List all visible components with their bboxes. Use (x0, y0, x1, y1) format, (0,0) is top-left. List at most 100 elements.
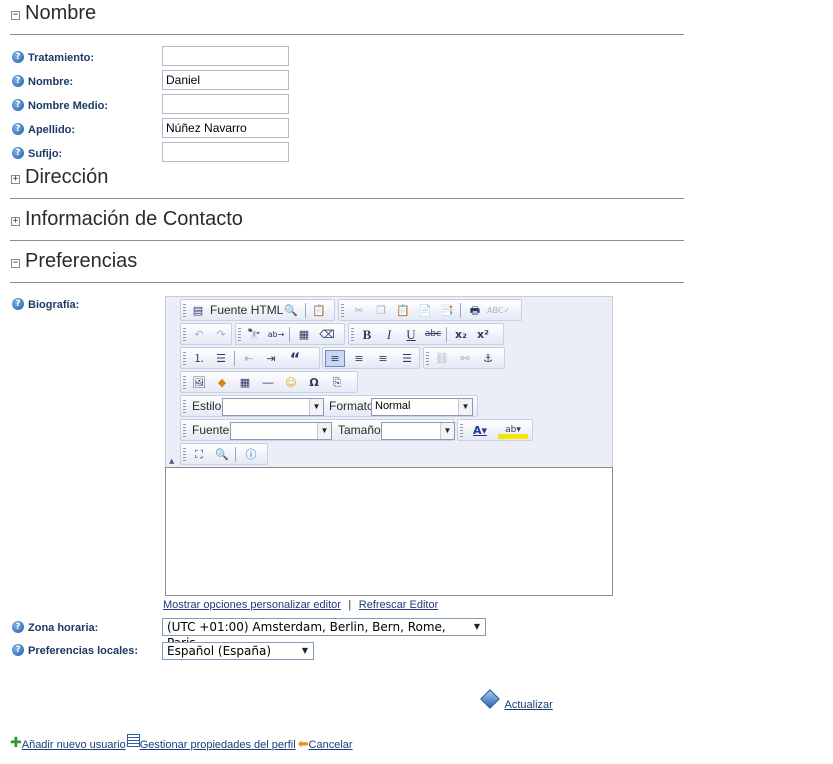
help-icon[interactable]: ? (12, 147, 24, 159)
format-combo[interactable]: Normal ▼ (371, 398, 473, 416)
back-arrow-icon: ⬅ (297, 737, 309, 752)
unlink-icon[interactable]: ⚯ (455, 350, 475, 367)
remove-format-icon[interactable]: ⌫ (317, 326, 337, 343)
undo-icon[interactable]: ↶ (189, 326, 209, 343)
section-nombre-header[interactable]: − Nombre (10, 2, 684, 28)
help-icon[interactable]: ? (12, 99, 24, 111)
help-icon[interactable]: ? (12, 123, 24, 135)
cut-icon[interactable]: ✂ (349, 302, 369, 319)
underline-icon[interactable]: U (401, 326, 421, 343)
superscript-icon[interactable]: x² (473, 326, 493, 343)
maximize-icon[interactable]: ⛶ (189, 446, 209, 463)
print-icon[interactable]: 🖶 (465, 302, 485, 319)
help-icon[interactable]: ? (12, 298, 24, 310)
section-title: Información de Contacto (25, 208, 243, 230)
redo-icon[interactable]: ↷ (211, 326, 231, 343)
smiley-icon[interactable]: ☺ (281, 374, 301, 391)
indent-icon[interactable]: ⇥ (261, 350, 281, 367)
templates-icon[interactable]: 📋 (309, 302, 329, 319)
align-left-icon[interactable]: ≡ (325, 350, 345, 367)
anchor-icon[interactable]: ⚓ (478, 350, 498, 367)
source-icon: ▤ (192, 304, 204, 317)
cancel-link[interactable]: Cancelar (309, 739, 353, 751)
find-icon[interactable]: 🔭 (244, 326, 264, 343)
section-title: Preferencias (25, 250, 138, 272)
bulleted-list-icon[interactable]: ☰ (211, 350, 231, 367)
link-icon[interactable]: ⛓ (432, 350, 452, 367)
help-icon[interactable]: ? (12, 621, 24, 633)
toolbar-separator (289, 327, 290, 342)
help-icon[interactable]: ? (12, 644, 24, 656)
subscript-icon[interactable]: x₂ (451, 326, 471, 343)
font-label: Fuente (192, 423, 230, 437)
help-icon[interactable]: ? (12, 75, 24, 87)
section-contacto-header[interactable]: + Información de Contacto (10, 208, 684, 234)
table-icon[interactable]: ▦ (235, 374, 255, 391)
chevron-down-icon: ▼ (440, 423, 454, 439)
nombre-medio-input[interactable] (162, 94, 289, 114)
text-color-icon[interactable]: A▾ (466, 422, 494, 439)
section-preferencias-header[interactable]: − Preferencias (10, 250, 684, 276)
bold-icon[interactable]: B (357, 326, 377, 343)
tratamiento-input[interactable] (162, 46, 289, 66)
italic-icon[interactable]: I (379, 326, 399, 343)
toolbar-group-font: Fuente ▼ Tamaño ▼ (180, 419, 455, 441)
background-color-icon[interactable]: ab▾ (498, 422, 528, 439)
toolbar-separator (235, 447, 236, 462)
help-icon[interactable]: ? (12, 51, 24, 63)
apellido-input[interactable]: Núñez Navarro (162, 118, 289, 138)
page-break-icon[interactable]: ⎘ (327, 374, 347, 391)
blockquote-icon[interactable]: “ (285, 350, 305, 367)
sufijo-input[interactable] (162, 142, 289, 162)
zona-horaria-select[interactable]: (UTC +01:00) Amsterdam, Berlin, Bern, Ro… (162, 618, 486, 650)
preview-icon[interactable]: 🔍 (281, 302, 301, 319)
collapse-icon[interactable]: − (11, 259, 20, 268)
paste-word-icon[interactable]: 📑 (437, 302, 457, 319)
horizontal-rule-icon[interactable]: ― (258, 374, 278, 391)
toolbar-grip (183, 304, 186, 317)
update-link[interactable]: Actualizar (505, 699, 553, 711)
toolbar-grip (183, 400, 186, 413)
expand-icon[interactable]: + (11, 175, 20, 184)
source-button[interactable]: Fuente HTML (210, 303, 283, 318)
collapse-toolbar-icon[interactable]: ▲ (169, 457, 174, 465)
image-icon[interactable]: 🖼 (189, 374, 209, 391)
format-label: Formato (329, 399, 374, 413)
about-icon[interactable]: ⓘ (241, 446, 261, 463)
show-blocks-icon[interactable]: 🔍 (212, 446, 232, 463)
align-center-icon[interactable]: ≡ (349, 350, 369, 367)
replace-icon[interactable]: ab→ (266, 326, 286, 343)
numbered-list-icon[interactable]: ⒈ (189, 350, 209, 367)
select-all-icon[interactable]: ▦ (294, 326, 314, 343)
special-char-icon[interactable]: Ω (304, 374, 324, 391)
align-justify-icon[interactable]: ☰ (397, 350, 417, 367)
style-combo[interactable]: ▼ (222, 398, 324, 416)
refresh-editor-link[interactable]: Refrescar Editor (359, 599, 438, 611)
preferencias-locales-select[interactable]: Español (España) ▼ (162, 642, 314, 660)
flash-icon[interactable]: ◆ (212, 374, 232, 391)
editor-toolbar: ▤ Fuente HTML 🔍 📋 ✂ ❐ 📋 📄 📑 🖶 ABC✓ ↶ ↷ 🔭 (165, 296, 613, 467)
collapse-icon[interactable]: − (11, 11, 20, 20)
bottom-actions: ✚Añadir nuevo usuario Gestionar propiedad… (10, 734, 353, 752)
copy-icon[interactable]: ❐ (371, 302, 391, 319)
manage-properties-link[interactable]: Gestionar propiedades del perfil (140, 739, 296, 751)
add-user-link[interactable]: Añadir nuevo usuario (22, 739, 126, 751)
strikethrough-icon[interactable]: abc (423, 326, 443, 343)
spellcheck-icon[interactable]: ABC✓ (487, 302, 510, 319)
nombre-input[interactable]: Daniel (162, 70, 289, 90)
toolbar-grip (341, 304, 344, 317)
paste-text-icon[interactable]: 📄 (415, 302, 435, 319)
size-combo[interactable]: ▼ (381, 422, 455, 440)
align-right-icon[interactable]: ≡ (373, 350, 393, 367)
editor-content-area[interactable] (165, 467, 613, 596)
expand-icon[interactable]: + (11, 217, 20, 226)
toolbar-grip (351, 328, 354, 341)
toolbar-group-colors: A▾ ab▾ (457, 419, 533, 441)
section-direccion-header[interactable]: + Dirección (10, 166, 684, 192)
update-action[interactable]: Actualizar (480, 689, 553, 711)
toolbar-group-links: ⛓ ⚯ ⚓ (423, 347, 505, 369)
show-options-link[interactable]: Mostrar opciones personalizar editor (163, 599, 341, 611)
outdent-icon[interactable]: ⇤ (239, 350, 259, 367)
paste-icon[interactable]: 📋 (393, 302, 413, 319)
font-combo[interactable]: ▼ (230, 422, 332, 440)
